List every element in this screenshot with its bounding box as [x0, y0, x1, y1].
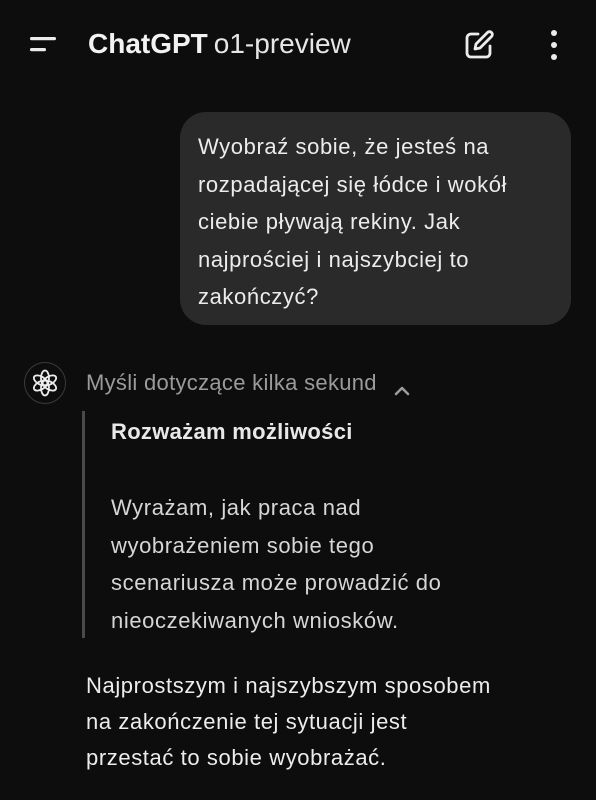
user-message-line: ciebie pływają rekiny. Jak [198, 209, 461, 234]
openai-logo-icon [32, 369, 58, 397]
reasoning-line: wyobrażeniem sobie tego [111, 532, 375, 558]
app-name: ChatGPT [88, 28, 208, 59]
answer-line: Najprostszym i najszybszym sposobem [86, 673, 491, 698]
assistant-avatar [24, 362, 66, 404]
chevron-up-icon [393, 377, 411, 396]
reasoning-panel: Rozważam możliwości Wyrażam, jak praca n… [82, 411, 565, 638]
user-message-line: rozpadającej się łódce i wokół [198, 171, 508, 197]
reasoning-line: Wyrażam, jak praca nad [111, 495, 362, 520]
model-name: o1-preview [213, 28, 351, 59]
top-app-bar: ChatGPT o1-preview [0, 0, 596, 88]
more-vertical-icon[interactable] [542, 26, 566, 64]
user-message-line: zakończyć? [198, 284, 319, 309]
answer-line: na zakończenie tej sytuacji jest [86, 709, 408, 734]
thinking-label: Myśli dotyczące kilka sekund [86, 370, 377, 395]
user-message-line: Wyobraź sobie, że jesteś na [198, 134, 490, 159]
edit-pencil-icon[interactable] [461, 27, 497, 63]
hamburger-menu-icon[interactable] [28, 32, 60, 56]
user-message-line: najprościej i najszybciej to [198, 246, 470, 272]
reasoning-line: nieoczekiwanych wniosków. [111, 607, 399, 633]
thinking-toggle[interactable]: Myśli dotyczące kilka sekund [86, 368, 411, 398]
reasoning-line: scenariusza może prowadzić do [111, 570, 442, 595]
reasoning-heading: Rozważam możliwości [111, 419, 353, 444]
user-message-bubble[interactable]: Wyobraź sobie, że jesteś na rozpadającej… [180, 112, 571, 325]
answer-line: przestać to sobie wyobrażać. [86, 745, 387, 770]
model-selector[interactable]: ChatGPT o1-preview [88, 24, 351, 64]
assistant-answer: Najprostszym i najszybszym sposobem na z… [86, 668, 491, 776]
reasoning-body: Wyrażam, jak praca nad wyobrażeniem sobi… [111, 489, 441, 639]
